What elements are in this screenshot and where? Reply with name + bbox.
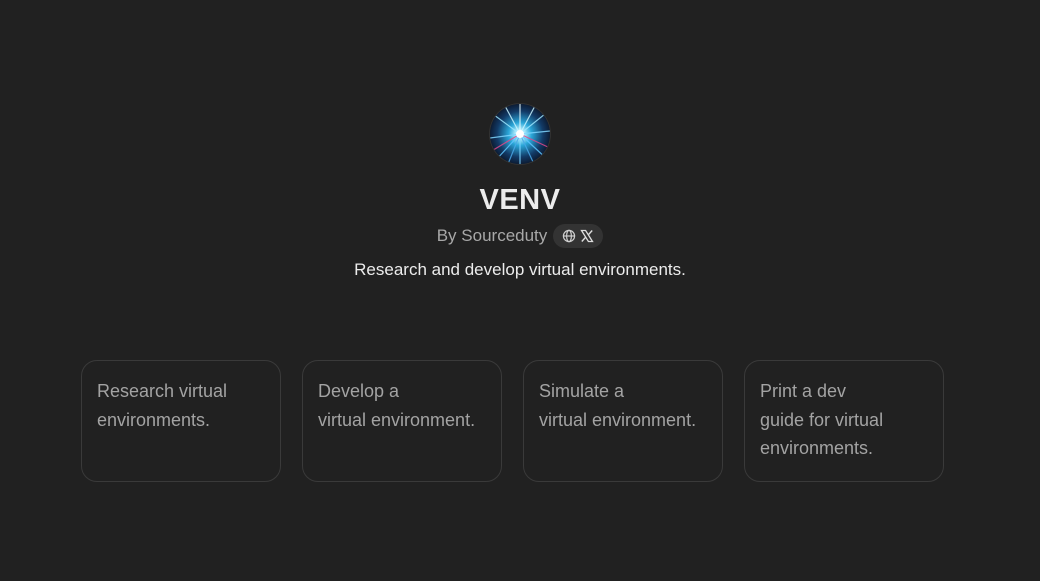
- starter-card-1[interactable]: Research virtual environments.: [81, 360, 281, 482]
- gpt-avatar: [490, 104, 550, 164]
- x-logo-icon[interactable]: [580, 229, 594, 243]
- globe-icon[interactable]: [562, 229, 576, 243]
- conversation-starters: Research virtual environments. Develop a…: [81, 360, 944, 482]
- gpt-description: Research and develop virtual environment…: [354, 260, 686, 279]
- author-name: By Sourceduty: [436, 226, 548, 245]
- gpt-header: VENV By Sourceduty Research and develop …: [0, 104, 1040, 281]
- gpt-landing-page: VENV By Sourceduty Research and develop …: [0, 0, 1040, 581]
- starter-card-3[interactable]: Simulate a virtual environment.: [523, 360, 723, 482]
- starter-card-4[interactable]: Print a dev guide for virtual environmen…: [744, 360, 944, 482]
- social-links[interactable]: [553, 224, 604, 248]
- starter-card-2[interactable]: Develop a virtual environment.: [302, 360, 502, 482]
- gpt-title: VENV: [479, 184, 561, 216]
- author-line: By Sourceduty: [437, 223, 604, 249]
